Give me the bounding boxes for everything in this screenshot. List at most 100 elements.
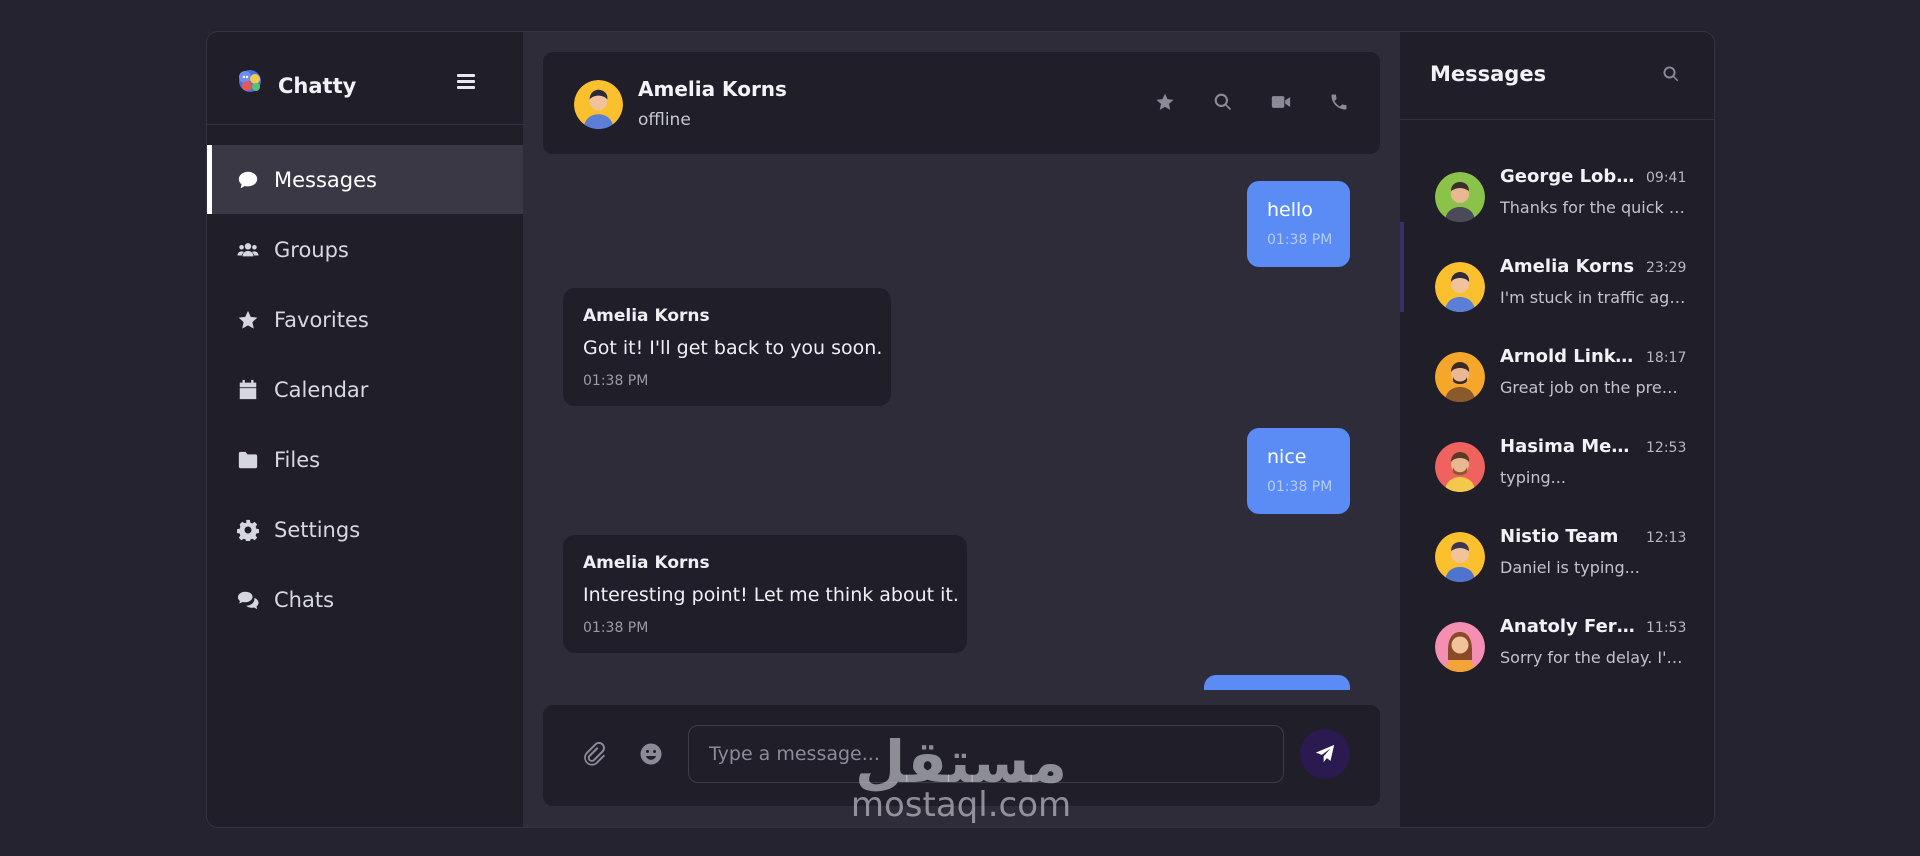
conversation-panel-title: Messages: [1430, 62, 1547, 86]
sidebar-item-label: Chats: [274, 587, 335, 612]
conversation-time: 12:13: [1646, 530, 1687, 546]
brand-header: Chatty: [207, 32, 523, 125]
sidebar-item-groups[interactable]: Groups: [207, 215, 523, 284]
conversation-name: Nistio Team: [1500, 526, 1619, 547]
search-conversations-button[interactable]: [1662, 65, 1682, 85]
message-text: Interesting point! Let me think about it…: [583, 584, 959, 606]
conversation-time: 23:29: [1646, 260, 1687, 276]
message-composer: [543, 705, 1380, 806]
conversation-time: 09:41: [1646, 170, 1687, 186]
message-text: nice: [1267, 446, 1307, 468]
avatar: [1435, 532, 1485, 582]
conversation-name: Amelia Korns: [1500, 256, 1635, 277]
smiley-icon: [640, 743, 662, 765]
conversation-time: 18:17: [1646, 350, 1687, 366]
conversation-preview: Daniel is typing...: [1500, 558, 1640, 577]
sidebar-item-settings[interactable]: Settings: [207, 495, 523, 564]
calendar-icon: [236, 378, 260, 402]
message-incoming: Amelia Korns Interesting point! Let me t…: [563, 535, 967, 653]
sidebar-nav: Messages Groups Favorites Calendar Files…: [207, 145, 523, 635]
attach-button[interactable]: [582, 741, 608, 768]
conversation-item[interactable]: Arnold Linkeln 18:17 Great job on the pr…: [1400, 332, 1714, 422]
paperclip-icon: [584, 741, 605, 766]
search-icon: [1663, 66, 1679, 82]
conversation-preview: Sorry for the delay. I'll be there soon: [1500, 648, 1686, 667]
gear-icon: [236, 518, 260, 542]
comment-icon: [236, 168, 260, 192]
search-chat-button[interactable]: [1213, 92, 1235, 114]
sidebar-item-label: Calendar: [274, 377, 369, 402]
voice-call-button[interactable]: [1329, 92, 1351, 114]
sidebar-item-label: Files: [274, 447, 321, 472]
phone-icon: [1331, 94, 1347, 110]
message-incoming: Amelia Korns Got it! I'll get back to yo…: [563, 288, 891, 406]
message-list[interactable]: hello 01:38 PM Amelia Korns Got it! I'll…: [543, 170, 1380, 690]
avatar: [1435, 352, 1485, 402]
conversation-panel: Messages George Lobko 09:41 Thanks for t…: [1400, 32, 1714, 827]
users-icon: [236, 238, 260, 262]
message-sender: Amelia Korns: [583, 553, 710, 573]
app-name: Chatty: [278, 74, 357, 98]
contact-name: Amelia Korns: [638, 77, 787, 101]
conversation-name: Arnold Linkeln: [1500, 346, 1638, 367]
conversation-panel-header: Messages: [1400, 32, 1714, 120]
sidebar-item-files[interactable]: Files: [207, 425, 523, 494]
conversation-time: 12:53: [1646, 440, 1687, 456]
chat-header: Amelia Korns offline: [543, 52, 1380, 154]
conversation-item[interactable]: Amelia Korns 23:29 I'm stuck in traffic …: [1400, 242, 1714, 332]
sidebar-item-label: Messages: [274, 167, 377, 192]
conversation-item[interactable]: Nistio Team 12:13 Daniel is typing...: [1400, 512, 1714, 602]
conversation-preview: typing...: [1500, 468, 1566, 487]
sidebar-item-favorites[interactable]: Favorites: [207, 285, 523, 354]
message-outgoing: hello 01:38 PM: [1247, 181, 1350, 267]
chats-icon: [236, 588, 260, 612]
send-button[interactable]: [1300, 729, 1350, 779]
chat-app-window: Chatty Messages Groups Favorites Calenda…: [206, 31, 1715, 828]
sidebar-item-messages[interactable]: Messages: [207, 145, 523, 214]
message-outgoing: nice 01:38 PM: [1247, 428, 1350, 514]
sidebar-item-label: Settings: [274, 517, 361, 542]
contact-avatar[interactable]: [574, 80, 623, 129]
conversation-name: Hasima Medvedeva: [1500, 436, 1638, 457]
avatar: [1435, 172, 1485, 222]
message-time: 01:38 PM: [583, 373, 649, 389]
sidebar: Chatty Messages Groups Favorites Calenda…: [207, 32, 523, 827]
avatar: [1435, 442, 1485, 492]
avatar: [1435, 622, 1485, 672]
conversation-preview: I'm stuck in traffic again: [1500, 288, 1686, 307]
message-time: 01:38 PM: [583, 620, 649, 636]
conversation-item[interactable]: Anatoly Ferusso 11:53 Sorry for the dela…: [1400, 602, 1714, 692]
conversation-item[interactable]: Hasima Medvedeva 12:53 typing...: [1400, 422, 1714, 512]
app-logo-icon: [239, 70, 261, 92]
favorite-button[interactable]: [1155, 92, 1177, 114]
sidebar-item-calendar[interactable]: Calendar: [207, 355, 523, 424]
message-outgoing-partial: [1204, 675, 1350, 690]
conversation-item[interactable]: George Lobko 09:41 Thanks for the quick …: [1400, 152, 1714, 242]
sidebar-item-label: Favorites: [274, 307, 369, 332]
conversation-preview: Great job on the presentation: [1500, 378, 1686, 397]
search-icon: [1214, 93, 1232, 111]
message-input[interactable]: [688, 725, 1284, 783]
video-call-button[interactable]: [1271, 92, 1293, 114]
message-time: 01:38 PM: [1267, 232, 1333, 248]
message-text: hello: [1267, 199, 1313, 221]
folder-icon: [236, 448, 260, 472]
message-text: Got it! I'll get back to you soon.: [583, 337, 883, 359]
send-icon: [1315, 744, 1335, 763]
conversation-time: 11:53: [1646, 620, 1687, 636]
message-time: 01:38 PM: [1267, 479, 1333, 495]
star-icon: [236, 308, 260, 332]
conversation-name: George Lobko: [1500, 166, 1638, 187]
emoji-button[interactable]: [639, 742, 665, 768]
conversation-preview: Thanks for the quick response!: [1500, 198, 1686, 217]
chat-panel: Amelia Korns offline hello 01:38 PM Amel…: [523, 32, 1407, 827]
message-sender: Amelia Korns: [583, 306, 710, 326]
star-icon: [1156, 93, 1174, 110]
video-icon: [1271, 96, 1291, 108]
sidebar-item-chats[interactable]: Chats: [207, 565, 523, 634]
avatar: [1435, 262, 1485, 312]
menu-toggle-button[interactable]: [457, 70, 475, 92]
sidebar-item-label: Groups: [274, 237, 349, 262]
conversation-name: Anatoly Ferusso: [1500, 616, 1638, 637]
contact-status: offline: [638, 110, 691, 130]
